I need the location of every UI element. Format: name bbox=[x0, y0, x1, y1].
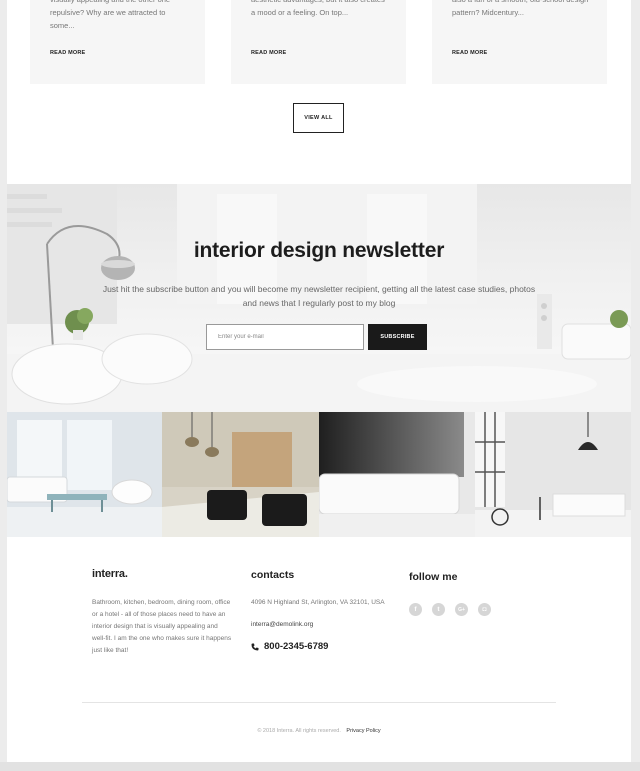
page: visually appealing and the other one rep… bbox=[7, 0, 631, 762]
email-input[interactable] bbox=[206, 324, 364, 350]
footer: interra. Bathroom, kitchen, bedroom, din… bbox=[7, 537, 631, 762]
blog-card: also a fan of a smooth, old-school desig… bbox=[432, 0, 607, 84]
footer-divider bbox=[82, 702, 556, 703]
facebook-icon[interactable]: f bbox=[409, 603, 422, 616]
read-more-link[interactable]: READ MORE bbox=[50, 50, 85, 56]
newsletter-section: interior design newsletter Just hit the … bbox=[7, 184, 631, 412]
footer-phone[interactable]: 800-2345-6789 bbox=[251, 641, 328, 652]
gallery-image-living-room[interactable] bbox=[7, 412, 162, 537]
footer-email-link[interactable]: interra@demolink.org bbox=[251, 621, 313, 628]
blog-card-excerpt: visually appealing and the other one rep… bbox=[50, 0, 170, 30]
phone-number: 800-2345-6789 bbox=[264, 641, 329, 652]
blog-card: visually appealing and the other one rep… bbox=[30, 0, 205, 84]
footer-logo[interactable]: interra. bbox=[92, 568, 128, 580]
phone-icon bbox=[251, 643, 259, 650]
contacts-heading: contacts bbox=[251, 569, 295, 581]
blog-cards: visually appealing and the other one rep… bbox=[7, 0, 631, 84]
blog-card-excerpt: aesthetic advantages, but it also create… bbox=[251, 0, 385, 17]
follow-heading: follow me bbox=[409, 571, 458, 583]
instagram-icon[interactable]: ◘ bbox=[478, 603, 491, 616]
page-margin-bottom bbox=[0, 762, 640, 771]
footer-about-text: Bathroom, kitchen, bedroom, dining room,… bbox=[92, 599, 232, 654]
gallery-image-sofa[interactable] bbox=[319, 412, 475, 537]
newsletter-title: interior design newsletter bbox=[193, 239, 445, 262]
google-plus-icon[interactable]: G+ bbox=[455, 603, 468, 616]
blog-card: aesthetic advantages, but it also create… bbox=[231, 0, 406, 84]
subscribe-button[interactable]: SUBSCRIBE bbox=[368, 324, 427, 350]
copyright: © 2018 Interra. All rights reserved. Pri… bbox=[7, 728, 631, 734]
newsletter-description: Just hit the subscribe button and you wi… bbox=[102, 284, 536, 308]
blog-card-excerpt: also a fan of a smooth, old-school desig… bbox=[452, 0, 588, 17]
read-more-link[interactable]: READ MORE bbox=[251, 50, 286, 56]
footer-address: 4096 N Highland St, Arlington, VA 32101,… bbox=[251, 599, 385, 606]
gallery-image-dining[interactable] bbox=[475, 412, 631, 537]
copyright-text: © 2018 Interra. All rights reserved. bbox=[257, 728, 341, 734]
view-all-button[interactable]: VIEW ALL bbox=[293, 103, 344, 133]
twitter-icon[interactable]: t bbox=[432, 603, 445, 616]
page-margin-right bbox=[631, 0, 640, 771]
read-more-link[interactable]: READ MORE bbox=[452, 50, 487, 56]
gallery bbox=[7, 412, 631, 537]
social-links: f t G+ ◘ bbox=[409, 603, 501, 616]
gallery-image-kitchen[interactable] bbox=[162, 412, 319, 537]
privacy-policy-link[interactable]: Privacy Policy bbox=[346, 728, 380, 734]
